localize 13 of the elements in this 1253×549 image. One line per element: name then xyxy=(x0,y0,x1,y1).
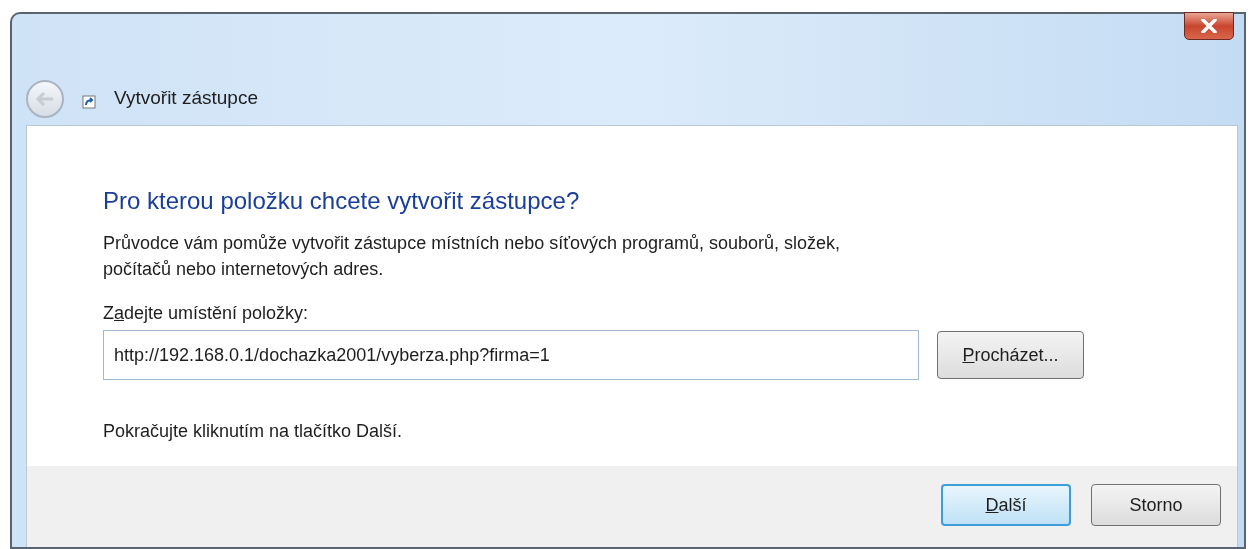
location-field[interactable]: http://192.168.0.1/dochazka2001/vyberza.php?firma=1 xyxy=(103,330,919,380)
dialog-heading: Pro kterou položku chcete vytvořit zástupce? xyxy=(103,186,581,216)
close-button[interactable] xyxy=(1184,12,1234,40)
back-arrow-icon xyxy=(35,90,55,107)
window-title: Vytvořit zástupce xyxy=(114,86,258,111)
shortcut-icon xyxy=(82,94,96,109)
close-icon xyxy=(1201,19,1217,33)
hint-text: Pokračujte kliknutím na tlačítko Další. xyxy=(103,420,404,443)
description-text: Průvodce vám pomůže vytvořit zástupce místních nebo síťových programů, souborů, složek, počítačů nebo internetových adres. xyxy=(103,232,842,281)
dialog-button[interactable]: Další xyxy=(941,484,1071,526)
location-label: Zadejte umístění položky: xyxy=(103,302,310,325)
dialog-button[interactable]: Storno xyxy=(1091,484,1221,526)
browse-button[interactable]: Procházet... xyxy=(937,331,1084,379)
